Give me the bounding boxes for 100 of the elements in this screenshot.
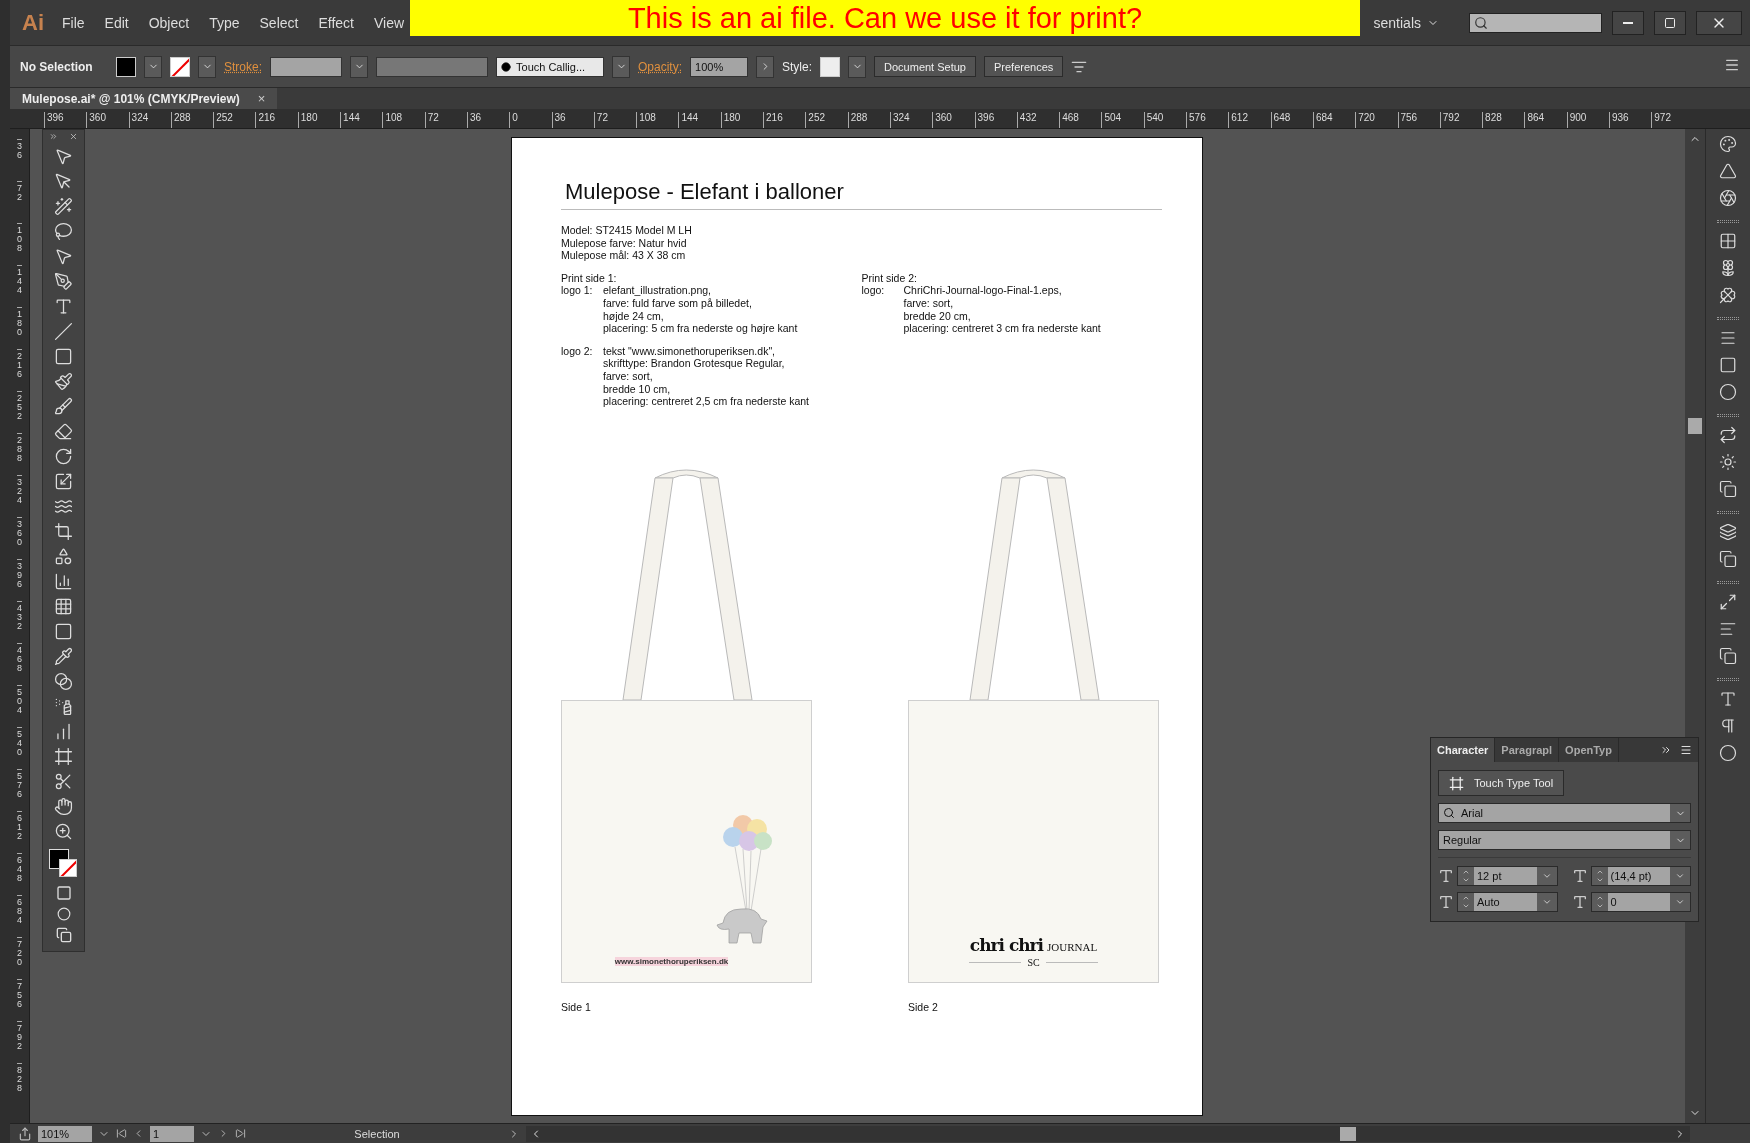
panel-menu-icon[interactable] <box>1680 744 1692 756</box>
style-dropdown[interactable] <box>848 55 867 78</box>
zoom-icon[interactable] <box>54 822 73 841</box>
mesh-icon[interactable] <box>54 597 73 616</box>
zoom-field[interactable]: 101% <box>38 1125 92 1142</box>
brush-dropdown[interactable] <box>612 55 630 78</box>
logo-name-text: chri chri <box>969 934 1043 955</box>
font-family-select[interactable]: Arial <box>1438 803 1691 823</box>
slice-icon[interactable] <box>54 772 73 791</box>
loop-icon[interactable] <box>1719 426 1737 444</box>
spray-can-icon[interactable] <box>54 697 73 716</box>
warp-icon[interactable] <box>54 497 73 516</box>
panel-tab[interactable]: Character <box>1431 738 1496 762</box>
layers-icon[interactable] <box>1719 523 1737 541</box>
type-icon[interactable] <box>54 297 73 316</box>
palette-icon[interactable] <box>1719 135 1737 153</box>
scroll-thumb[interactable] <box>1340 1126 1356 1141</box>
group-arrow-icon[interactable] <box>54 247 73 266</box>
brush-icon[interactable] <box>54 397 73 416</box>
menu-item[interactable]: Select <box>259 14 299 31</box>
kerning-field[interactable]: Auto <box>1457 892 1558 912</box>
opacity-field[interactable]: 100% <box>690 56 749 77</box>
minimize-button[interactable] <box>1612 10 1644 35</box>
toolbar-button[interactable]: Preferences <box>984 56 1064 77</box>
spec-line: bredde 10 cm, <box>603 382 672 396</box>
align-icon[interactable] <box>1719 620 1737 638</box>
opacity-label[interactable]: Opacity: <box>638 59 683 74</box>
style-swatch[interactable] <box>820 56 841 77</box>
transform-icon[interactable] <box>1719 593 1737 611</box>
menu-item[interactable]: Object <box>148 14 190 31</box>
paintbrush-icon[interactable] <box>54 372 73 391</box>
rotate-icon[interactable] <box>54 447 73 466</box>
rectangle-icon[interactable] <box>54 347 73 366</box>
stroke-swatch[interactable] <box>170 56 190 77</box>
menu-item[interactable]: View <box>374 14 405 31</box>
scale-icon[interactable] <box>54 472 73 491</box>
menu-item[interactable]: Effect <box>318 14 354 31</box>
share-icon[interactable] <box>18 1126 32 1141</box>
last-page-icon[interactable] <box>235 1128 246 1139</box>
stroke-label[interactable]: Stroke: <box>224 59 262 74</box>
close-button[interactable] <box>1696 10 1742 35</box>
hand-icon[interactable] <box>54 797 73 816</box>
grid-icon[interactable] <box>1719 232 1737 250</box>
clover-icon[interactable] <box>1719 286 1737 304</box>
ruler-number: 72 <box>424 112 467 128</box>
square-icon[interactable] <box>1719 356 1737 374</box>
selection-label: No Selection <box>20 59 94 74</box>
ruler-number: 216 <box>763 112 806 128</box>
ruler-number: 36 <box>17 139 22 181</box>
lasso-icon[interactable] <box>54 222 73 241</box>
font-size-field[interactable]: 12 pt <box>1457 866 1558 886</box>
aperture-icon[interactable] <box>1719 189 1737 207</box>
eraser-icon[interactable] <box>54 422 73 441</box>
pen-icon[interactable] <box>54 272 73 291</box>
stroke-weight-dropdown[interactable] <box>350 55 368 78</box>
fill-swatch[interactable] <box>116 56 136 77</box>
page-field[interactable]: 1 <box>150 1125 194 1142</box>
stroke-weight-field[interactable] <box>270 56 342 77</box>
menu-item[interactable]: Type <box>209 14 240 31</box>
shape-builder-icon[interactable] <box>54 547 73 566</box>
touch-type-button[interactable]: Touch Type Tool <box>1438 770 1565 796</box>
close-icon[interactable] <box>69 132 78 141</box>
tracking-field[interactable]: 0 <box>1590 892 1691 912</box>
direct-selection-arrow-icon[interactable] <box>54 172 73 191</box>
stacked-squares-icon[interactable] <box>1719 550 1737 568</box>
stroke-dropdown[interactable] <box>198 55 216 78</box>
maximize-button[interactable] <box>1654 10 1686 35</box>
lines-icon[interactable] <box>1719 329 1737 347</box>
blend-icon[interactable] <box>54 672 73 691</box>
magic-wand-icon[interactable] <box>54 197 73 216</box>
toolbar-button[interactable]: Document Setup <box>874 56 976 77</box>
menu-item[interactable]: File <box>62 14 85 31</box>
copy-icon[interactable] <box>1719 480 1737 498</box>
bar-graph-icon[interactable] <box>54 722 73 741</box>
line-icon[interactable] <box>54 322 73 341</box>
first-page-icon[interactable] <box>116 1128 127 1139</box>
selection-arrow-icon[interactable] <box>54 147 73 166</box>
triangle-icon[interactable] <box>1719 162 1737 180</box>
workspace-switcher[interactable]: sentials <box>1373 14 1439 31</box>
paragraph-icon[interactable] <box>1719 717 1737 735</box>
tab-close[interactable]: × <box>257 91 266 106</box>
expand-icon[interactable] <box>1660 744 1672 756</box>
menu-item[interactable]: Edit <box>104 14 129 31</box>
sun-icon[interactable] <box>1719 453 1737 471</box>
scroll-thumb[interactable] <box>1688 418 1702 434</box>
artboard-icon[interactable] <box>54 747 73 766</box>
fill-dropdown[interactable] <box>144 55 162 78</box>
variable-width-field[interactable] <box>376 56 488 77</box>
font-size-icon <box>1438 868 1454 884</box>
circles-icon[interactable] <box>1719 383 1737 401</box>
font-style-select[interactable]: Regular <box>1438 830 1691 850</box>
leading-field[interactable]: (14,4 pt) <box>1590 866 1691 886</box>
spec-line: elefant_illustration.png, <box>603 284 712 297</box>
character-icon[interactable] <box>1719 690 1737 708</box>
document-tab[interactable]: Mulepose.ai* @ 101% (CMYK/Preview) × <box>10 88 278 109</box>
search-field[interactable] <box>1469 12 1602 33</box>
eyedropper-icon[interactable] <box>54 647 73 666</box>
horizontal-scrollbar[interactable] <box>526 1125 1690 1142</box>
flower-icon[interactable] <box>1719 259 1737 277</box>
brush-field[interactable]: Touch Callig... <box>496 56 604 77</box>
